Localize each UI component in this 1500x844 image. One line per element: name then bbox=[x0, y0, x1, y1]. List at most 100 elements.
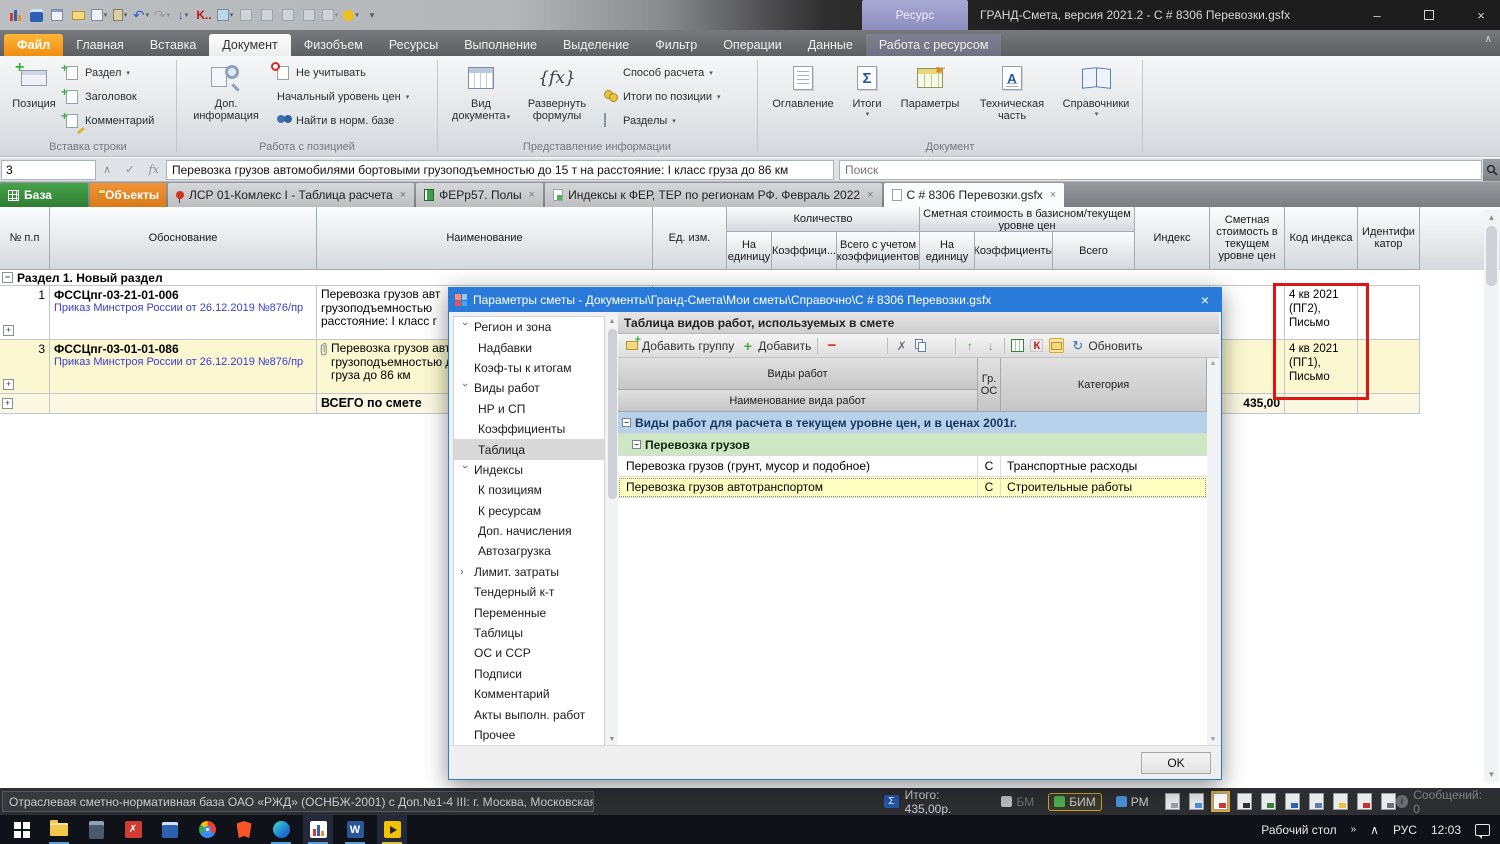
tree-item-peremennye[interactable]: Переменные bbox=[454, 602, 604, 622]
red-app-icon[interactable]: ✗ bbox=[118, 815, 148, 844]
col-index-code[interactable]: Код индекса bbox=[1285, 207, 1358, 270]
technical-part-button[interactable]: A Техническая часть bbox=[970, 60, 1054, 136]
col-qty-coeff[interactable]: Коэффици... bbox=[772, 232, 837, 270]
clock[interactable]: 12:03 bbox=[1431, 823, 1461, 837]
tree-item-tenderny[interactable]: Тендерный к-т bbox=[454, 582, 604, 602]
close-tab-icon[interactable]: × bbox=[867, 189, 873, 201]
tab-resource-work[interactable]: Работа с ресурсом bbox=[865, 34, 1002, 56]
doc-copy-icon[interactable] bbox=[279, 6, 297, 24]
formula-text-input[interactable] bbox=[166, 159, 834, 180]
collapse-section-icon[interactable]: − bbox=[2, 272, 13, 283]
minimize-button[interactable]: – bbox=[1364, 8, 1390, 23]
tree-item-region[interactable]: › Регион и зона bbox=[454, 317, 604, 337]
export-icon[interactable] bbox=[237, 6, 255, 24]
col-justification[interactable]: Обоснование bbox=[50, 207, 317, 270]
tree-item-tablica[interactable]: Таблица bbox=[454, 439, 604, 460]
doc-form-icon-active[interactable] bbox=[1210, 791, 1230, 812]
start-button[interactable] bbox=[7, 815, 37, 844]
tree-item-avtozagruzka[interactable]: Автозагрузка bbox=[454, 541, 604, 561]
totals-button[interactable]: Σ Итоги ▾ bbox=[844, 60, 890, 136]
tree-item-dop-nachisleniya[interactable]: Доп. начисления bbox=[454, 521, 604, 541]
toolbar-chevron-icon[interactable]: » bbox=[1351, 824, 1357, 835]
refresh-button[interactable]: ↻ Обновить bbox=[1070, 338, 1142, 353]
scrollbar-thumb[interactable] bbox=[1486, 226, 1497, 286]
messages-indicator[interactable]: i Сообщений: 0 bbox=[1395, 788, 1490, 816]
insert-image-icon[interactable]: ▾ bbox=[216, 6, 234, 24]
col-identifier[interactable]: Идентификатор bbox=[1358, 207, 1420, 270]
chevron-right-icon[interactable]: › bbox=[460, 566, 470, 578]
close-tab-icon[interactable]: × bbox=[529, 189, 535, 201]
k-coefficient-icon[interactable]: K.. bbox=[195, 6, 213, 24]
file-explorer-icon[interactable] bbox=[44, 815, 74, 844]
add-group-button[interactable]: + Добавить группу bbox=[624, 334, 734, 353]
tree-item-akty[interactable]: Акты выполн. работ bbox=[454, 704, 604, 724]
doc-form-icon[interactable] bbox=[1236, 793, 1252, 810]
tab-file[interactable]: Файл bbox=[4, 34, 64, 56]
close-button[interactable]: × bbox=[1468, 8, 1494, 23]
tree-item-podpisi[interactable]: Подписи bbox=[454, 664, 604, 684]
col-current-cost[interactable]: Сметная стоимость в текущем уровне цен bbox=[1210, 207, 1285, 270]
tab-operations[interactable]: Операции bbox=[710, 34, 794, 56]
database-info[interactable]: Отраслевая сметно-нормативная база ОАО «… bbox=[2, 791, 595, 812]
add-button[interactable]: + Добавить bbox=[740, 338, 812, 354]
col-qty-total[interactable]: Всего с учетом коэффициентов bbox=[837, 232, 920, 270]
copy-icon[interactable]: ▾ bbox=[90, 6, 108, 24]
tree-item-koefficienty[interactable]: Коэффициенты bbox=[454, 419, 604, 439]
tab-objects[interactable]: Объекты bbox=[90, 183, 166, 207]
col-index[interactable]: Индекс bbox=[1135, 207, 1210, 270]
calculator-icon[interactable] bbox=[81, 815, 111, 844]
undo-icon[interactable]: ↶ ▾ bbox=[132, 6, 150, 24]
ok-button[interactable]: OK bbox=[1141, 752, 1211, 774]
sort-icon[interactable]: ↓ ▾ bbox=[174, 6, 192, 24]
tab-perevozki[interactable]: С # 8306 Перевозки.gsfx × bbox=[883, 183, 1065, 207]
col-cost-total[interactable]: Всего bbox=[1053, 232, 1135, 270]
tree-item-indeksy[interactable]: › Индексы bbox=[454, 460, 604, 480]
col-cost-per-unit[interactable]: На единицу bbox=[920, 232, 975, 270]
tree-item-koef-itogam[interactable]: Коэф-ты к итогам bbox=[454, 358, 604, 378]
cell-reference-input[interactable] bbox=[1, 159, 96, 180]
book-icon[interactable]: ▾ bbox=[321, 6, 339, 24]
media-player-icon[interactable] bbox=[377, 815, 407, 844]
chrome-icon[interactable] bbox=[192, 815, 222, 844]
search-input[interactable] bbox=[839, 159, 1482, 180]
desktop-toolbar[interactable]: Рабочий стол bbox=[1261, 823, 1336, 837]
highlight-color-icon[interactable]: ▾ bbox=[342, 6, 360, 24]
col-base-cost-group[interactable]: Сметная стоимость в базисном/текущем уро… bbox=[920, 207, 1135, 232]
scroll-down-icon[interactable]: ▼ bbox=[1484, 767, 1499, 782]
document-view-button[interactable]: Вид документа▾ bbox=[446, 60, 516, 136]
bm-toggle[interactable]: БМ bbox=[1001, 795, 1034, 809]
tab-physvolume[interactable]: Физобъем bbox=[291, 34, 376, 56]
print-preview-icon[interactable] bbox=[48, 6, 66, 24]
doc-form-icon[interactable] bbox=[1188, 793, 1204, 810]
chevron-down-icon[interactable]: › bbox=[459, 322, 471, 332]
chevron-down-icon[interactable]: › bbox=[459, 383, 471, 393]
base-price-level-button[interactable]: Начальный уровень цен ▾ bbox=[277, 86, 409, 108]
chevron-down-icon[interactable]: › bbox=[459, 465, 471, 475]
doc-form-icon[interactable] bbox=[1356, 793, 1372, 810]
doc-copy2-icon[interactable] bbox=[300, 6, 318, 24]
reference-books-button[interactable]: Справочники ▾ bbox=[1056, 60, 1136, 136]
tab-lsr[interactable]: ЛСР 01-Комлекс I - Таблица расчета × bbox=[168, 183, 415, 207]
notification-icon[interactable] bbox=[1475, 823, 1490, 839]
doc-form-icon[interactable] bbox=[1284, 793, 1300, 810]
tab-data[interactable]: Данные bbox=[795, 34, 866, 56]
tab-indexes[interactable]: Индексы к ФЕР, ТЕР по регионам РФ. Февра… bbox=[545, 183, 882, 207]
tab-document[interactable]: Документ bbox=[209, 34, 291, 56]
search-button[interactable] bbox=[1483, 158, 1500, 181]
move-up-icon[interactable]: ↑ bbox=[962, 338, 977, 353]
extra-info-button[interactable]: Доп. информация bbox=[187, 60, 265, 136]
tree-item-tablicy[interactable]: Таблицы bbox=[454, 623, 604, 643]
eraser-icon[interactable] bbox=[845, 338, 860, 353]
collapse-group-icon[interactable]: − bbox=[632, 440, 641, 449]
collapse-ribbon-icon[interactable]: ∧ bbox=[1485, 34, 1492, 45]
word-icon[interactable]: W bbox=[340, 815, 370, 844]
col-name[interactable]: Наименование bbox=[317, 207, 653, 270]
doc-form-icon[interactable] bbox=[1308, 793, 1324, 810]
toc-button[interactable]: Оглавление bbox=[764, 60, 842, 136]
brave-icon[interactable] bbox=[229, 815, 259, 844]
tray-expand-icon[interactable]: ∧ bbox=[1370, 823, 1379, 837]
calc-method-button[interactable]: Способ расчета ▾ bbox=[604, 62, 713, 84]
tree-item-limit-zatraty[interactable]: › Лимит. затраты bbox=[454, 562, 604, 582]
dialog-title-bar[interactable]: Параметры сметы - Документы\Гранд-Смета\… bbox=[449, 288, 1221, 312]
col-category[interactable]: Категория bbox=[1001, 358, 1207, 412]
